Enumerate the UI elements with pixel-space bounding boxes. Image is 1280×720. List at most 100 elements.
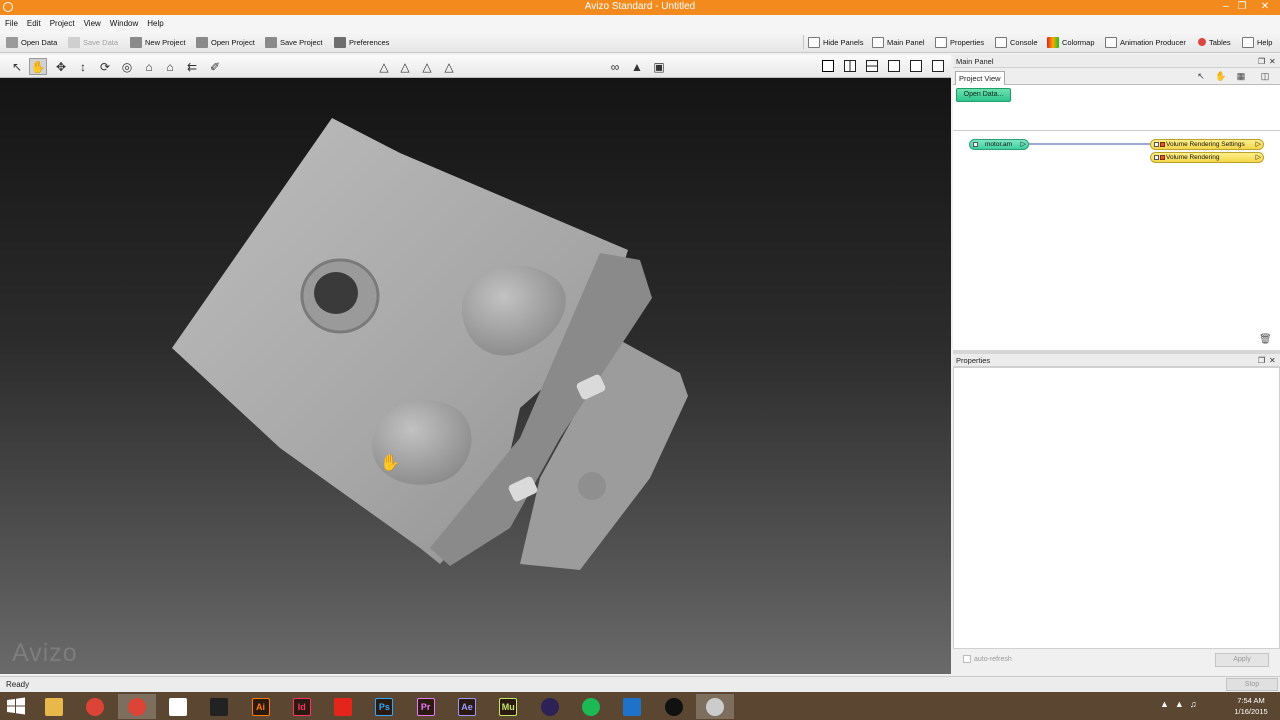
node-arrow-icon[interactable]: ▷ bbox=[1256, 140, 1261, 150]
zoom-tool-icon[interactable]: ↕ bbox=[74, 58, 92, 75]
properties-area bbox=[953, 367, 1280, 649]
taskbar-microscope[interactable] bbox=[200, 694, 238, 719]
home-icon[interactable]: ⌂ bbox=[140, 58, 158, 75]
open-data-green-button[interactable]: Open Data... bbox=[956, 88, 1011, 102]
taskbar-avizo[interactable] bbox=[695, 694, 734, 719]
layout-quad-icon[interactable] bbox=[888, 60, 900, 72]
view-all-icon[interactable]: ◎ bbox=[118, 58, 136, 75]
view-rotate-icon[interactable]: △ bbox=[440, 58, 458, 75]
main-panel-button[interactable]: Main Panel bbox=[870, 34, 927, 50]
clock[interactable]: 7:54 AM 1/16/2015 bbox=[1226, 695, 1276, 717]
pan-tool-icon[interactable]: ✥ bbox=[52, 58, 70, 75]
menu-view[interactable]: View bbox=[84, 19, 101, 28]
node-volume-rendering-settings[interactable]: Volume Rendering Settings ▷ bbox=[1150, 139, 1264, 150]
taskbar-chrome[interactable] bbox=[76, 694, 114, 719]
menu-help[interactable]: Help bbox=[147, 19, 163, 28]
pointer-tool-icon[interactable]: ↖ bbox=[8, 58, 26, 75]
menu-edit[interactable]: Edit bbox=[27, 19, 41, 28]
taskbar-mail[interactable] bbox=[613, 694, 651, 719]
properties-button[interactable]: Properties bbox=[933, 34, 986, 50]
save-data-button[interactable]: Save Data bbox=[66, 34, 120, 50]
menu-file[interactable]: File bbox=[5, 19, 18, 28]
taskbar-muse[interactable]: Mu bbox=[489, 694, 527, 719]
panel-float-icon[interactable]: ❐ bbox=[1258, 354, 1265, 367]
title-bar: Avizo Standard - Untitled – ❐ ✕ bbox=[0, 0, 1280, 15]
snapshot-icon[interactable]: ▣ bbox=[650, 58, 668, 75]
taskbar-obs[interactable] bbox=[655, 694, 693, 719]
animation-producer-button[interactable]: Animation Producer bbox=[1103, 34, 1188, 50]
layout-split-horizontal-icon[interactable] bbox=[866, 60, 878, 72]
set-home-icon[interactable]: ⌂ bbox=[161, 58, 179, 75]
taskbar-file-explorer[interactable] bbox=[35, 694, 73, 719]
open-project-button[interactable]: Open Project bbox=[194, 34, 257, 50]
stop-button[interactable]: Stop bbox=[1226, 678, 1278, 691]
taskbar-app-grid[interactable] bbox=[159, 694, 197, 719]
hand-icon[interactable]: ✋ bbox=[1215, 71, 1227, 82]
panel-close-icon[interactable]: ✕ bbox=[1269, 55, 1276, 68]
taskbar-chrome-2[interactable] bbox=[117, 694, 156, 719]
select-icon[interactable]: ↖ bbox=[1195, 71, 1207, 82]
avizo-watermark: Avizo bbox=[12, 639, 78, 667]
taskbar-illustrator[interactable]: Ai bbox=[242, 694, 280, 719]
layout-split-vertical-icon[interactable] bbox=[844, 60, 856, 72]
preferences-button[interactable]: Preferences bbox=[332, 34, 391, 50]
perspective-icon[interactable]: ▲ bbox=[628, 58, 646, 75]
node-arrow-icon[interactable]: ▷ bbox=[1256, 153, 1261, 163]
properties-panel-title: Properties bbox=[956, 356, 991, 365]
maximize-button[interactable]: ❐ bbox=[1234, 0, 1250, 15]
view-x-icon[interactable]: △ bbox=[375, 58, 393, 75]
taskbar-indesign[interactable]: Id bbox=[283, 694, 321, 719]
view-toggle-icon[interactable]: ◫ bbox=[1259, 71, 1271, 82]
hide-panels-button[interactable]: Hide Panels bbox=[806, 34, 865, 50]
layout-custom-icon[interactable] bbox=[932, 60, 944, 72]
seek-icon[interactable]: ⇇ bbox=[183, 58, 201, 75]
tab-project-view[interactable]: Project View bbox=[955, 71, 1005, 85]
apply-button[interactable]: Apply bbox=[1215, 653, 1269, 667]
tray-network-icon[interactable]: ▲ bbox=[1175, 699, 1184, 709]
panel-close-icon[interactable]: ✕ bbox=[1269, 354, 1276, 367]
hand-tool-icon[interactable]: ✋ bbox=[29, 58, 47, 75]
save-project-button[interactable]: Save Project bbox=[263, 34, 325, 50]
node-motor-am[interactable]: motor.am ▷ bbox=[969, 139, 1029, 150]
console-button[interactable]: Console bbox=[993, 34, 1040, 50]
view-z-icon[interactable]: △ bbox=[418, 58, 436, 75]
taskbar-spotify[interactable] bbox=[572, 694, 610, 719]
minimize-button[interactable]: – bbox=[1218, 0, 1234, 15]
auto-refresh-checkbox[interactable] bbox=[963, 655, 971, 663]
layout-fullscreen-icon[interactable] bbox=[910, 60, 922, 72]
taskbar-eclipse[interactable] bbox=[531, 694, 569, 719]
taskbar-premiere[interactable]: Pr bbox=[407, 694, 445, 719]
panel-float-icon[interactable]: ❐ bbox=[1258, 55, 1265, 68]
open-data-button[interactable]: Open Data bbox=[4, 34, 59, 50]
3d-viewer[interactable]: ✋ Avizo bbox=[0, 78, 951, 674]
node-volume-rendering[interactable]: Volume Rendering ▷ bbox=[1150, 152, 1264, 163]
node-toggle-icon[interactable] bbox=[1154, 142, 1159, 147]
menu-window[interactable]: Window bbox=[110, 19, 138, 28]
muse-icon: Mu bbox=[499, 697, 518, 716]
tray-chevron-icon[interactable]: ▲ bbox=[1160, 699, 1169, 709]
measure-icon[interactable]: ✐ bbox=[206, 58, 224, 75]
open-data-label: Open Data bbox=[21, 37, 58, 47]
trash-icon[interactable]: 🗑 bbox=[1259, 334, 1272, 345]
close-button[interactable]: ✕ bbox=[1250, 0, 1280, 15]
tray-volume-icon[interactable]: ♫ bbox=[1190, 699, 1197, 709]
new-project-button[interactable]: New Project bbox=[128, 34, 187, 50]
node-toggle-icon[interactable] bbox=[1154, 155, 1159, 160]
project-graph[interactable]: motor.am ▷ Volume Rendering Settings ▷ V… bbox=[953, 131, 1280, 350]
colormap-button[interactable]: Colormap bbox=[1045, 34, 1097, 50]
help-button[interactable]: Help bbox=[1240, 34, 1274, 50]
auto-refresh-toggle[interactable]: auto-refresh bbox=[963, 655, 1012, 663]
layout-single-icon[interactable] bbox=[822, 60, 834, 72]
node-arrow-icon[interactable]: ▷ bbox=[1021, 140, 1026, 150]
taskbar-photoshop[interactable]: Ps bbox=[365, 694, 403, 719]
taskbar-acrobat[interactable] bbox=[324, 694, 362, 719]
rotate-tool-icon[interactable]: ⟳ bbox=[96, 58, 114, 75]
view-y-icon[interactable]: △ bbox=[396, 58, 414, 75]
taskbar-after-effects[interactable]: Ae bbox=[448, 694, 486, 719]
node-toggle-icon[interactable] bbox=[973, 142, 978, 147]
graph-layout-icon[interactable]: ▦ bbox=[1235, 71, 1247, 82]
menu-project[interactable]: Project bbox=[50, 19, 75, 28]
windows-start-icon[interactable] bbox=[4, 696, 28, 716]
stereo-icon[interactable]: ∞ bbox=[606, 58, 624, 75]
tables-button[interactable]: Tables bbox=[1196, 34, 1233, 50]
